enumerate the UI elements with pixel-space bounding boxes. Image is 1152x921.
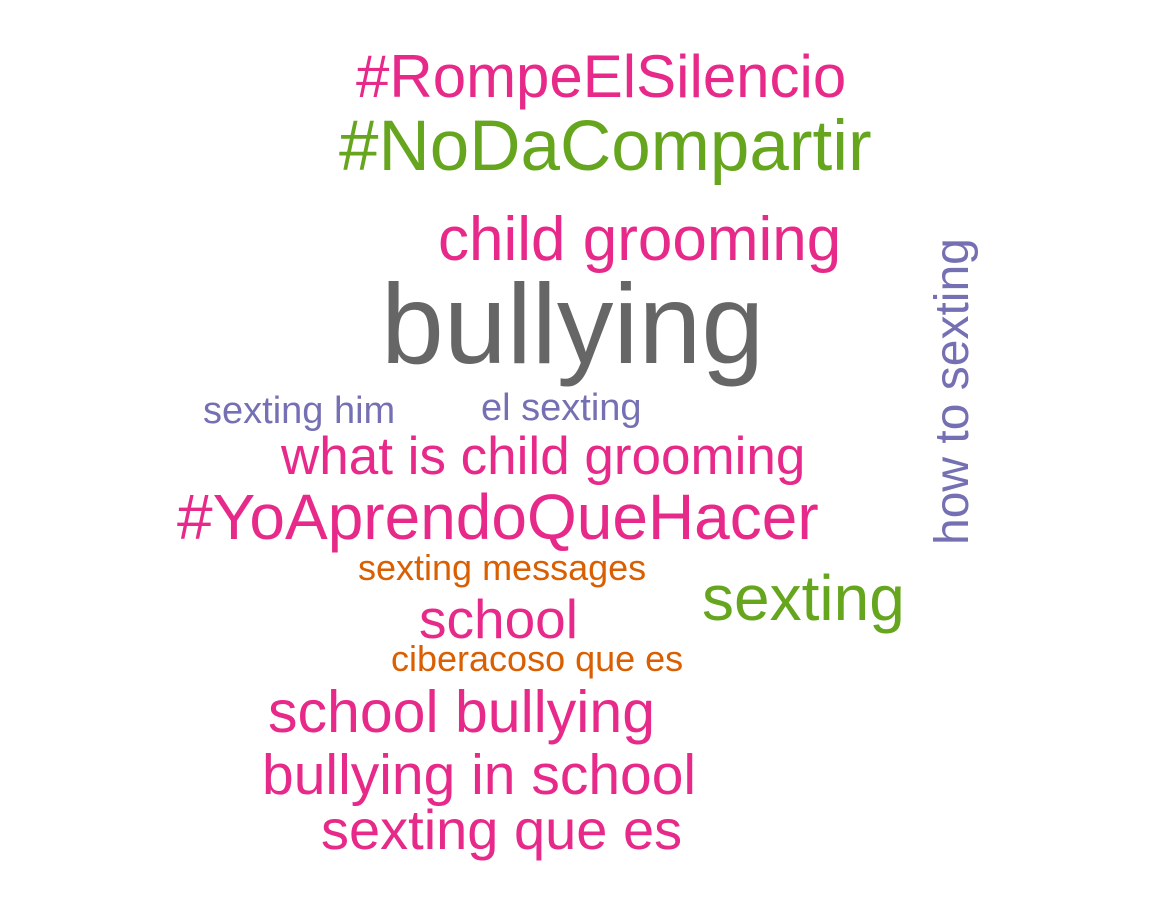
word-ciberacoso-que-es: ciberacoso que es [391,638,684,679]
word-rompe-el-silencio: #RompeElSilencio [356,43,847,110]
word-bullying: bullying [381,261,765,387]
word-yo-aprendo-que-hacer: #YoAprendoQueHacer [177,481,819,553]
word-no-da-compartir: #NoDaCompartir [339,107,872,186]
word-what-is-child-grooming: what is child grooming [281,427,806,486]
word-cloud: #RompeElSilencio #NoDaCompartir child gr… [0,0,1152,921]
word-el-sexting: el sexting [481,387,642,429]
word-sexting-que-es: sexting que es [321,798,683,861]
word-how-to-sexting: how to sexting [926,238,979,545]
word-sexting: sexting [702,562,905,634]
word-sexting-him: sexting him [203,390,396,432]
word-bullying-in-school: bullying in school [262,743,697,807]
word-sexting-messages: sexting messages [358,547,647,588]
word-school-bullying: school bullying [268,679,656,745]
